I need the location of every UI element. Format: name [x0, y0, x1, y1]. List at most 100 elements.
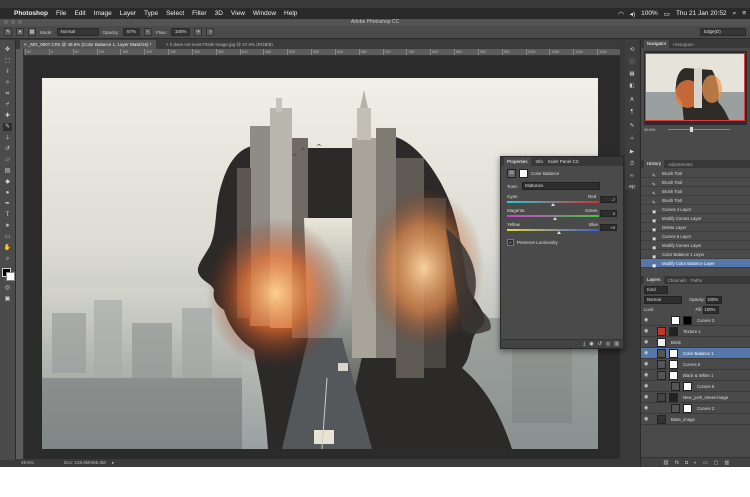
tab-navigator[interactable]: Navigator [644, 40, 670, 48]
delete-icon[interactable]: ▥ [614, 341, 619, 347]
type-tool-icon[interactable]: T [3, 211, 12, 219]
flow-field[interactable]: 100% [170, 28, 191, 36]
tab-properties[interactable]: Properties [504, 157, 531, 166]
lasso-tool-icon[interactable]: ℓ [3, 68, 12, 76]
layer-kind-select[interactable]: Kind [644, 286, 668, 294]
menu-help[interactable]: Help [284, 10, 297, 17]
history-item[interactable]: ✎ Brush Tool [641, 178, 750, 187]
history-panel-icon[interactable]: ⟲ [628, 46, 636, 54]
dodge-tool-icon[interactable]: ● [3, 189, 12, 197]
layer-row[interactable]: ◉ Curves 5 [641, 381, 750, 392]
pen-tool-icon[interactable]: ✒ [3, 200, 12, 208]
cc-libraries-icon[interactable]: ∞ [628, 172, 636, 180]
workspace-select[interactable]: Edge(D) [700, 28, 746, 36]
clone-stamp-tool-icon[interactable]: ⊥ [3, 134, 12, 142]
extension-panel-icon[interactable]: ep [628, 183, 636, 191]
zoom-window-button[interactable] [18, 20, 22, 24]
yellow-blue-value[interactable]: +9 [600, 224, 617, 231]
layer-row[interactable]: ◉ Curves 6 [641, 359, 750, 370]
menu-app[interactable]: Photoshop [14, 10, 48, 17]
layer-row[interactable]: ◉ New_york_street.image [641, 392, 750, 403]
zoom-tool-icon[interactable]: ⌕ [3, 255, 12, 263]
marquee-tool-icon[interactable]: ⬚ [3, 57, 12, 65]
navigator-thumbnail[interactable] [644, 51, 747, 125]
tab-layers[interactable]: Layers [644, 276, 664, 284]
menu-file[interactable]: File [56, 10, 66, 17]
tab-paths[interactable]: Paths [691, 278, 703, 283]
shape-tool-icon[interactable]: ▭ [3, 233, 12, 241]
clip-layer-icon[interactable]: ⤓ [583, 341, 585, 347]
history-item[interactable]: ▣ Curves 4 Layer [641, 205, 750, 214]
yellow-blue-track[interactable] [507, 229, 599, 231]
fill-field[interactable]: 100% [703, 306, 720, 314]
battery-icon[interactable]: ▭ [664, 10, 670, 18]
layer-row[interactable]: ◉ Black & White 1 [641, 370, 750, 381]
close-window-button[interactable] [4, 20, 8, 24]
eyedropper-tool-icon[interactable]: ⌿ [3, 101, 12, 109]
background-color-swatch[interactable] [6, 272, 15, 281]
eye-icon[interactable]: ◉ [644, 384, 649, 389]
history-item[interactable]: ✎ Brush Tool [641, 187, 750, 196]
info-panel-icon[interactable]: ⓘ [628, 58, 636, 66]
navigator-zoom-slider[interactable] [668, 129, 730, 130]
reset-icon[interactable]: ↺ [598, 341, 602, 347]
yellow-blue-knob[interactable] [557, 231, 561, 234]
layer-row-selected[interactable]: ◉ Color Balance 1 [641, 348, 750, 359]
eye-icon[interactable]: ◉ [644, 329, 649, 334]
history-item[interactable]: ▣ Modify Curves Layer [641, 241, 750, 250]
link-layers-icon[interactable]: ⛓ [663, 460, 669, 466]
pressure-size-icon[interactable]: ◑ [206, 28, 215, 36]
tone-select[interactable]: Midtones [522, 182, 601, 190]
history-item[interactable]: ▣ Delete Layer [641, 223, 750, 232]
navigator-zoom-knob[interactable] [690, 127, 693, 132]
brush-tool-icon[interactable]: ✎ [3, 123, 12, 131]
eye-icon[interactable]: ◉ [644, 351, 649, 356]
eraser-tool-icon[interactable]: ▱ [3, 156, 12, 164]
menu-filter[interactable]: Filter [192, 10, 206, 17]
fx-icon[interactable]: fx [675, 460, 679, 466]
quick-select-tool-icon[interactable]: ✧ [3, 79, 12, 87]
eye-icon[interactable]: ◉ [644, 395, 649, 400]
minimize-window-button[interactable] [11, 20, 15, 24]
preserve-luminosity-checkbox[interactable]: ✓ [507, 239, 514, 246]
eye-icon[interactable]: ◉ [644, 362, 649, 367]
list-icon[interactable]: ≡ [742, 10, 746, 17]
cyan-red-knob[interactable] [551, 203, 555, 206]
clone-source-icon[interactable]: ⊥ [628, 134, 636, 142]
brush-panel-icon[interactable]: ✎ [628, 122, 636, 130]
menu-window[interactable]: Window [253, 10, 276, 17]
eye-icon[interactable]: ◉ [644, 340, 649, 345]
status-zoom[interactable]: 49.5% [21, 459, 34, 467]
navigator-view-frame[interactable] [645, 53, 745, 121]
navigator-zoom-value[interactable]: 49.5% [644, 127, 655, 132]
new-group-icon[interactable]: ▭ [703, 460, 708, 466]
brush-preset-icon[interactable]: ✎ [4, 28, 12, 36]
menu-edit[interactable]: Edit [74, 10, 85, 17]
eye-icon[interactable]: ◉ [644, 318, 649, 323]
close-tab-icon[interactable]: × [166, 42, 169, 47]
gradient-tool-icon[interactable]: ▤ [3, 167, 12, 175]
layer-opacity-field[interactable]: 100% [706, 296, 723, 304]
character-panel-icon[interactable]: A [628, 96, 636, 104]
layer-row[interactable]: ◉ Curves 3 [641, 315, 750, 326]
volume-icon[interactable]: ◂) [630, 10, 635, 18]
history-item[interactable]: ▣ Color Balance 1 Layer [641, 250, 750, 259]
tab-second-document[interactable]: × it does not exist Fitsile Image.jpg @ … [162, 40, 277, 49]
airbrush-icon[interactable]: ✈ [194, 28, 203, 36]
add-mask-icon[interactable]: ◘ [685, 460, 688, 466]
healing-tool-icon[interactable]: ✚ [3, 112, 12, 120]
new-layer-icon[interactable]: ▢ [714, 460, 719, 466]
tab-kuler[interactable]: Kuler Panel CC [548, 157, 579, 166]
status-arrow-icon[interactable]: ▸ [112, 459, 114, 467]
tab-histogram[interactable]: Histogram [673, 42, 694, 47]
layer-row[interactable]: ◉ Texture 1 [641, 326, 750, 337]
magenta-green-knob[interactable] [553, 217, 557, 220]
mode-select[interactable]: Normal [56, 28, 99, 36]
view-previous-icon[interactable]: ◉ [589, 341, 593, 347]
timeline-panel-icon[interactable]: ⏱ [628, 160, 636, 168]
eye-icon[interactable]: ◉ [644, 417, 649, 422]
history-item-selected[interactable]: ▣ Modify Color Balance Layer [641, 259, 750, 268]
move-tool-icon[interactable]: ✥ [3, 46, 12, 54]
brush-size-picker[interactable]: ● [16, 28, 24, 36]
menu-layer[interactable]: Layer [120, 10, 136, 17]
